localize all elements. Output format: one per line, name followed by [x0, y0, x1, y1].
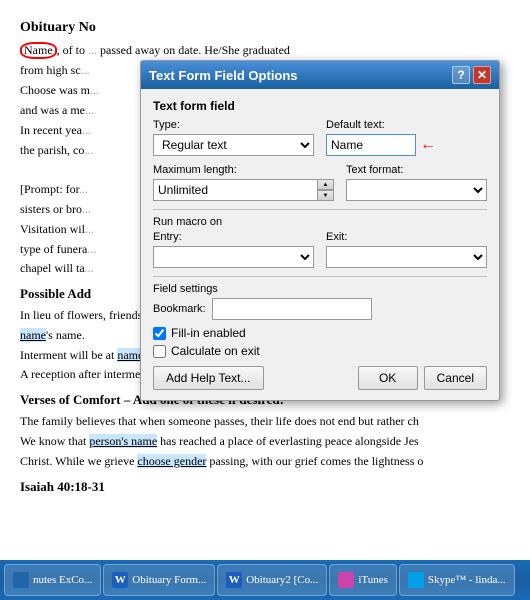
default-text-row: ←	[326, 134, 487, 156]
ok-button[interactable]: OK	[358, 366, 418, 390]
dialog-bottom-row: Add Help Text... OK Cancel	[153, 366, 487, 390]
choose-gender-highlight: choose gender	[137, 454, 206, 468]
taskbar-label-word2: Obituary2 [Co...	[246, 574, 318, 586]
name-highlight: name	[20, 328, 46, 342]
taskbar-btn-itunes[interactable]: iTunes	[329, 564, 397, 596]
word1-icon: W	[112, 572, 128, 588]
entry-select[interactable]	[153, 246, 314, 268]
taskbar-btn-word2[interactable]: W Obituary2 [Co...	[217, 564, 327, 596]
calculate-on-exit-checkbox[interactable]	[153, 345, 166, 358]
macro-entry-exit-row: Entry: Exit:	[153, 231, 487, 268]
spinner-down[interactable]: ▼	[318, 190, 334, 201]
taskbar-btn-skype[interactable]: Skype™ - linda...	[399, 564, 515, 596]
ok-cancel-group: OK Cancel	[358, 366, 487, 390]
separator-1	[153, 209, 487, 210]
text-format-input-row	[346, 179, 487, 201]
doc-heading-isaiah: Isaiah 40:18-31	[20, 478, 510, 497]
type-label: Type:	[153, 119, 314, 131]
dialog-type-default-row: Type: Regular text Default text: ←	[153, 119, 487, 156]
taskbar-label-itunes: iTunes	[358, 574, 388, 586]
fill-in-enabled-checkbox[interactable]	[153, 327, 166, 340]
person-name-highlight: person's name	[89, 434, 157, 448]
red-arrow-indicator: ←	[420, 136, 436, 154]
max-length-input-row: ▲ ▼	[153, 179, 334, 201]
taskbar-label-word1: Obituary Form...	[132, 574, 206, 586]
calculate-on-exit-label: Calculate on exit	[171, 344, 260, 358]
max-length-spinner: ▲ ▼	[318, 179, 334, 201]
max-length-label: Maximum length:	[153, 164, 334, 176]
default-text-label: Default text:	[326, 119, 487, 131]
taskbar-btn-minutes[interactable]: nutes ExCo...	[4, 564, 101, 596]
type-input-row: Regular text	[153, 134, 314, 156]
max-length-input[interactable]	[153, 179, 318, 201]
dialog-section-label: Text form field	[153, 99, 487, 113]
doc-heading-obituary: Obituary No	[20, 18, 510, 38]
taskbar-btn-word1[interactable]: W Obituary Form...	[103, 564, 215, 596]
doc-para-weknow: We know that person's name has reached a…	[20, 433, 510, 450]
dialog-body: Text form field Type: Regular text Defau…	[141, 89, 499, 400]
name-field-circled: Name	[20, 42, 57, 59]
macro-label: Run macro on	[153, 216, 487, 228]
cancel-button[interactable]: Cancel	[424, 366, 487, 390]
entry-col: Entry:	[153, 231, 314, 268]
add-help-text-button[interactable]: Add Help Text...	[153, 366, 264, 390]
bookmark-input[interactable]	[212, 298, 372, 320]
type-select[interactable]: Regular text	[153, 134, 314, 156]
dialog-close-button[interactable]: ✕	[473, 66, 491, 84]
macro-section: Run macro on Entry: Exit:	[153, 216, 487, 268]
doc-para-1: Name, of to ... passed away on date. He/…	[20, 42, 510, 59]
fill-in-enabled-label: Fill-in enabled	[171, 326, 246, 340]
fillin-enabled-row: Fill-in enabled	[153, 326, 487, 340]
bookmark-label: Bookmark:	[153, 303, 206, 315]
dialog-type-col: Type: Regular text	[153, 119, 314, 156]
taskbar: nutes ExCo... W Obituary Form... W Obitu…	[0, 560, 530, 600]
calculate-exit-row: Calculate on exit	[153, 344, 487, 358]
bookmark-row: Bookmark:	[153, 298, 487, 320]
skype-icon	[408, 572, 424, 588]
exit-label: Exit:	[326, 231, 487, 243]
default-text-input[interactable]	[326, 134, 416, 156]
exit-col: Exit:	[326, 231, 487, 268]
dialog-maxlen-format-row: Maximum length: ▲ ▼ Text format:	[153, 164, 487, 201]
entry-label: Entry:	[153, 231, 314, 243]
exit-input-row	[326, 246, 487, 268]
spinner-up[interactable]: ▲	[318, 179, 334, 190]
text-format-label: Text format:	[346, 164, 487, 176]
taskbar-label-skype: Skype™ - linda...	[428, 574, 506, 586]
dialog-default-col: Default text: ←	[326, 119, 487, 156]
text-form-field-dialog: Text Form Field Options ? ✕ Text form fi…	[140, 60, 500, 401]
dialog-help-button[interactable]: ?	[452, 66, 470, 84]
field-settings-section: Field settings Bookmark: Fill-in enabled…	[153, 283, 487, 358]
dialog-titlebar: Text Form Field Options ? ✕	[141, 61, 499, 89]
separator-2	[153, 276, 487, 277]
dialog-maxlen-col: Maximum length: ▲ ▼	[153, 164, 334, 201]
taskbar-label-minutes: nutes ExCo...	[33, 574, 92, 586]
entry-input-row	[153, 246, 314, 268]
dialog-format-col: Text format:	[346, 164, 487, 201]
word2-icon: W	[226, 572, 242, 588]
dialog-title-buttons: ? ✕	[452, 66, 491, 84]
doc-para-family: The family believes that when someone pa…	[20, 413, 510, 430]
dialog-title: Text Form Field Options	[149, 68, 298, 83]
itunes-icon	[338, 572, 354, 588]
minutes-icon	[13, 572, 29, 588]
exit-select[interactable]	[326, 246, 487, 268]
doc-para-christ: Christ. While we grieve choose gender pa…	[20, 453, 510, 470]
text-format-select[interactable]	[346, 179, 487, 201]
field-settings-label: Field settings	[153, 283, 487, 295]
